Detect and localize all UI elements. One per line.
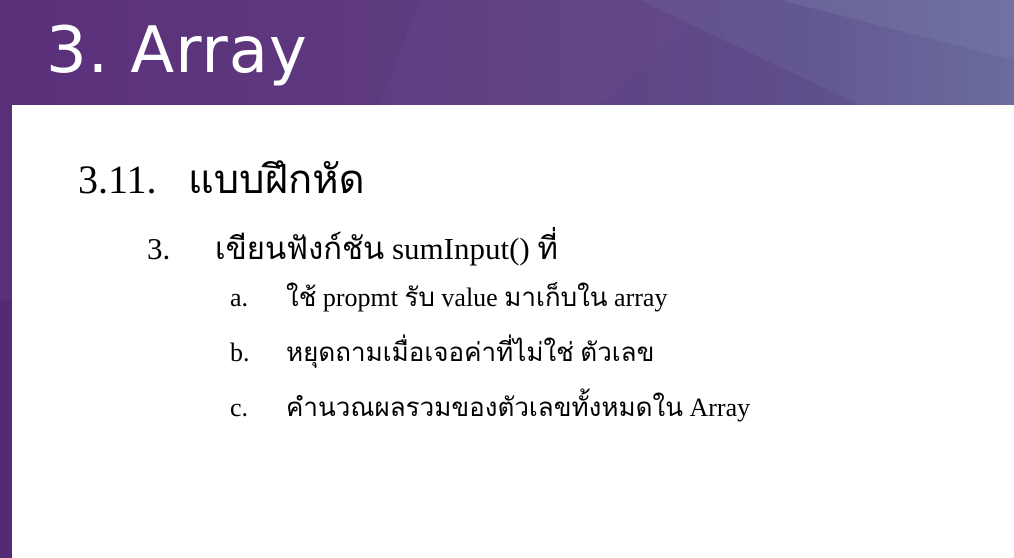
exercise-text: เขียนฟังก์ชัน sumInput() ที่ [215, 231, 558, 266]
exercise-number: 3. [147, 231, 171, 266]
list-item-text: หยุดถามเมื่อเจอค่าที่ไม่ใช่ ตัวเลข [286, 338, 655, 367]
section-number: 3.11. [78, 157, 157, 202]
list-item-text: ใช้ propmt รับ value มาเก็บใน array [286, 283, 668, 312]
list-item: b. หยุดถามเมื่อเจอค่าที่ไม่ใช่ ตัวเลข [230, 338, 750, 393]
list-item-text: คำนวณผลรวมของตัวเลขทั้งหมดใน Array [286, 393, 751, 422]
list-item: c. คำนวณผลรวมของตัวเลขทั้งหมดใน Array [230, 393, 750, 448]
list-item-letter: c. [230, 393, 249, 422]
slide-title: 3. Array [46, 14, 308, 88]
list-item: a. ใช้ propmt รับ value มาเก็บใน array [230, 283, 750, 338]
list-item-letter: a. [230, 283, 249, 312]
list-item-letter: b. [230, 338, 250, 367]
subitem-list: a. ใช้ propmt รับ value มาเก็บใน array b.… [230, 283, 750, 448]
section-title: แบบฝึกหัด [188, 157, 365, 202]
section-heading: 3.11. แบบฝึกหัด [78, 147, 365, 211]
content-area: 3.11. แบบฝึกหัด 3. เขียนฟังก์ชัน sumInput(… [12, 105, 1014, 558]
exercise-item: 3. เขียนฟังก์ชัน sumInput() ที่ [147, 223, 558, 273]
